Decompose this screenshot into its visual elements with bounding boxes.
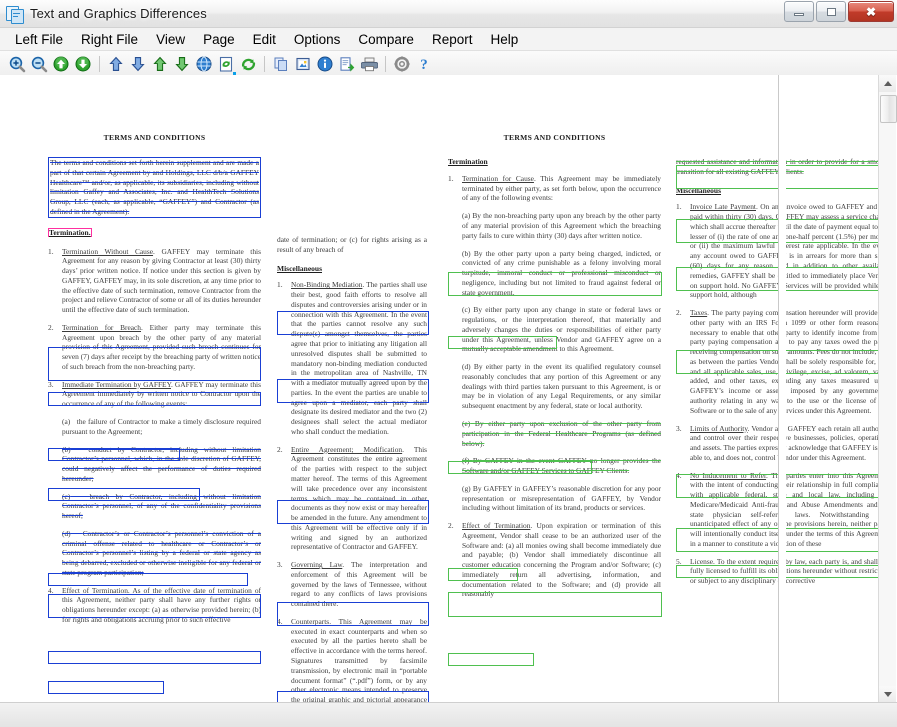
menu-page[interactable]: Page — [194, 30, 244, 49]
previous-difference-icon[interactable] — [149, 53, 171, 75]
menu-right-file[interactable]: Right File — [72, 30, 147, 49]
menu-bar: Left File Right File View Page Edit Opti… — [0, 28, 897, 51]
toolbar-separator — [264, 56, 265, 72]
right-document-column-1: TERMS AND CONDITIONS Termination 1. Term… — [448, 133, 661, 607]
right-doc-heading: TERMS AND CONDITIONS — [503, 133, 606, 142]
maximize-icon — [826, 7, 836, 16]
print-icon[interactable] — [358, 53, 380, 75]
left-item-1-lead: Termination Without Cause — [62, 246, 154, 256]
left-item-3: 3. Immediate Termination by GAFFEY. GAFF… — [48, 379, 261, 409]
minimize-button[interactable] — [784, 1, 814, 22]
right-sub-b: (b) By the other party upon a party bein… — [462, 248, 661, 297]
info-icon[interactable] — [314, 53, 336, 75]
left-item-4-lead: Effect of Termination — [62, 585, 128, 595]
right-item-2: 2. Effect of Termination. Upon expiratio… — [448, 521, 661, 599]
globe-icon[interactable] — [193, 53, 215, 75]
left-sub-c: (c) breach by Contractor, including with… — [62, 491, 262, 521]
right-sub-f: (f) By GAFFEY in the event GAFFEY no lon… — [462, 456, 661, 476]
copy-icon[interactable] — [270, 53, 292, 75]
right-section-termination: Termination — [448, 157, 488, 167]
toolbar-separator — [385, 56, 386, 72]
window-title: Text and Graphics Differences — [30, 6, 207, 21]
left-section-termination: Termination. — [49, 227, 91, 237]
window-controls: ✖ — [784, 1, 894, 22]
chevron-down-icon — [883, 692, 892, 697]
scroll-down-arrow[interactable] — [879, 686, 896, 703]
left-sub-a: (a) the failure of Contractor to make a … — [62, 416, 262, 436]
toolbar-separator — [99, 56, 100, 72]
left-item-2: 2. Termination for Breach. Either party … — [48, 322, 261, 371]
right-sub-d: (d) By either party in the event its qua… — [462, 362, 661, 411]
left-document-column-2: date of termination; or (c) for rights a… — [277, 235, 427, 703]
settings-gear-icon[interactable] — [391, 53, 413, 75]
left-document-column-1: TERMS AND CONDITIONS The terms and condi… — [48, 133, 261, 633]
menu-report[interactable]: Report — [423, 30, 482, 49]
scrollbar-track[interactable] — [879, 92, 896, 686]
save-report-icon[interactable] — [336, 53, 358, 75]
left-col2-continuation: date of termination; or (c) for rights a… — [277, 235, 427, 254]
document-compare-area[interactable]: TERMS AND CONDITIONS The terms and condi… — [0, 75, 897, 703]
image-export-icon[interactable] — [292, 53, 314, 75]
menu-options[interactable]: Options — [285, 30, 350, 49]
left-item-1-body: . GAFFEY may terminate this Agreement fo… — [62, 246, 261, 315]
left-item-3-lead: Immediate Termination by GAFFEY — [62, 379, 171, 389]
help-question-icon[interactable]: ? — [413, 53, 435, 75]
status-bar — [0, 702, 897, 727]
last-difference-icon[interactable] — [127, 53, 149, 75]
menu-left-file[interactable]: Left File — [6, 30, 72, 49]
diff-box-right-6 — [448, 653, 534, 666]
pane-split-line — [778, 75, 779, 703]
right-sub-c: (c) By either party upon any change in s… — [462, 305, 661, 354]
menu-compare[interactable]: Compare — [349, 30, 423, 49]
svg-text:?: ? — [420, 57, 428, 72]
next-difference-icon[interactable] — [171, 53, 193, 75]
diff-box-left-7 — [48, 651, 261, 664]
left-sub-b: (b) conduct by Contractor, including wit… — [62, 444, 262, 483]
vertical-scrollbar[interactable] — [878, 75, 897, 703]
menu-view[interactable]: View — [147, 30, 194, 49]
close-icon: ✖ — [865, 4, 877, 19]
chevron-up-icon — [883, 81, 892, 86]
menu-help[interactable]: Help — [481, 30, 527, 49]
page-up-green-icon[interactable] — [50, 53, 72, 75]
minimize-icon — [794, 13, 804, 16]
left-sub-d: (d) Contractor’s or Contractor’s personn… — [62, 528, 262, 577]
left-misc-item-2: 2. Entire Agreement; Modification. This … — [277, 444, 427, 552]
scroll-up-arrow[interactable] — [879, 75, 896, 92]
left-misc-item-1: 1. Non-Binding Mediation. The parties sh… — [277, 280, 428, 436]
left-misc-item-3: 3. Governing Law. The interpretation and… — [277, 560, 428, 609]
application-window: Text and Graphics Differences ✖ Left Fil… — [0, 0, 897, 727]
right-sub-e: (e) By either party upon exclusion of th… — [462, 418, 661, 448]
toolbar: ? — [0, 51, 897, 78]
left-item-1: 1. Termination Without Cause. GAFFEY may… — [48, 246, 261, 315]
first-difference-icon[interactable] — [105, 53, 127, 75]
left-doc-heading: TERMS AND CONDITIONS — [103, 133, 206, 142]
left-item-4: 4. Effect of Termination. As of the effe… — [48, 585, 261, 624]
close-button[interactable]: ✖ — [848, 1, 894, 22]
menu-edit[interactable]: Edit — [244, 30, 285, 49]
title-bar: Text and Graphics Differences ✖ — [0, 0, 897, 28]
page-down-green-icon[interactable] — [72, 53, 94, 75]
right-sub-g: (g) By GAFFEY in GAFFEY’s reasonable dis… — [462, 483, 661, 513]
compare-documents-icon — [6, 5, 24, 24]
left-col2-section-miscellaneous: Miscellaneous — [277, 263, 322, 273]
right-item-1: 1. Termination for Cause. This Agreement… — [448, 173, 661, 203]
maximize-button[interactable] — [816, 1, 846, 22]
left-misc-item-4: 4. Counterparts. This Agreement may be e… — [277, 616, 427, 703]
left-intro-paragraph: The terms and conditions set forth herei… — [48, 157, 261, 218]
diff-box-left-8 — [48, 681, 164, 694]
scroll-thumb[interactable] — [880, 95, 897, 123]
page-gutter — [778, 75, 786, 703]
right-sub-a: (a) By the non-breaching party upon any … — [462, 211, 661, 240]
recompare-icon[interactable] — [237, 53, 259, 75]
zoom-out-icon[interactable] — [28, 53, 50, 75]
left-item-2-lead: Termination for Breach — [62, 322, 141, 332]
zoom-in-icon[interactable] — [6, 53, 28, 75]
